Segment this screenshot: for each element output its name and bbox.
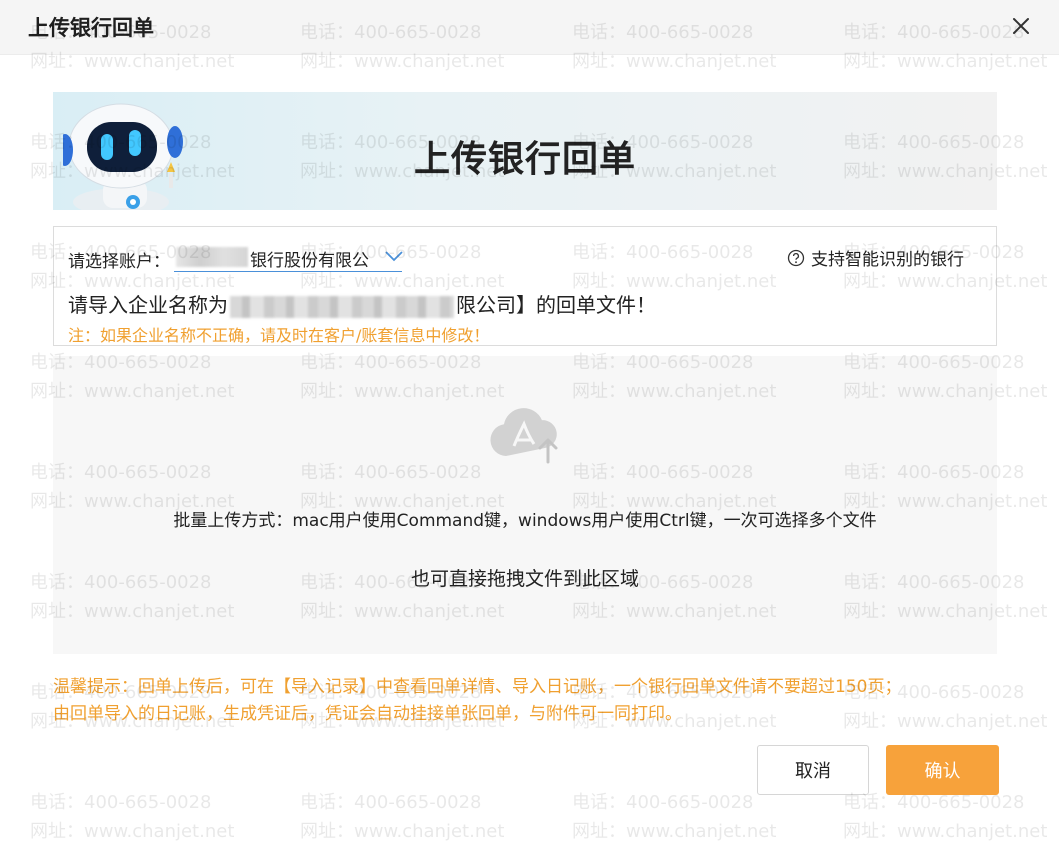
watermark-site: 网址：www.chanjet.net	[572, 821, 777, 842]
account-selected-value: 银行股份有限公	[250, 251, 369, 271]
warm-tip: 温馨提示：回单上传后，可在【导入记录】中查看回单详情、导入日记账，一个银行回单文…	[53, 674, 901, 728]
drag-drop-hint: 也可直接拖拽文件到此区域	[410, 568, 639, 590]
watermark-text: 电话：400-665-0028网址：www.chanjet.net	[843, 788, 1047, 846]
tip-line-1: 温馨提示：回单上传后，可在【导入记录】中查看回单详情、导入日记账，一个银行回单文…	[53, 677, 902, 697]
import-suffix: 限公司】的回单文件！	[456, 293, 656, 317]
watermark-site: 网址：www.chanjet.net	[30, 821, 235, 842]
close-icon	[1013, 18, 1029, 34]
dialog-title: 上传银行回单	[28, 16, 154, 40]
cancel-button[interactable]: 取消	[757, 745, 869, 795]
watermark-site: 网址：www.chanjet.net	[843, 821, 1048, 842]
help-circle-icon	[787, 249, 805, 266]
watermark-text: 电话：400-665-0028 网址：www.chanjet.net	[300, 788, 504, 846]
account-label: 请选择账户：	[68, 252, 170, 272]
watermark-phone: 电话：400-665-0028	[572, 792, 754, 813]
account-select[interactable]: 银行股份有限公	[174, 243, 403, 272]
watermark-text: 电话：400-665-0028 网址：www.chanjet.net	[572, 788, 776, 846]
import-instruction: 请导入企业名称为 限公司】的回单文件！	[68, 289, 656, 318]
tip-line-2: 由回单导入的日记账，生成凭证后，凭证会自动挂接单张回单，与附件可一同打印。	[53, 704, 682, 724]
redacted-account-prefix	[176, 247, 248, 267]
upload-drop-zone[interactable]: 批量上传方式：mac用户使用Command键，windows用户使用Ctrl键，…	[53, 356, 997, 654]
chevron-down-icon	[385, 251, 403, 262]
confirm-button[interactable]: 确认	[886, 745, 999, 795]
watermark-phone: 电话：400-665-0028	[30, 792, 212, 813]
supported-banks-link[interactable]: 支持智能识别的银行	[787, 245, 964, 270]
dialog-header: 上传银行回单	[0, 0, 1059, 55]
upload-file-icon	[490, 408, 558, 464]
redacted-company-name	[230, 295, 454, 318]
account-info-panel: 请选择账户： 银行股份有限公 支持智能识别的银行 请导入企业名称为 限公司】的回单…	[53, 226, 997, 346]
company-name-note: 注：如果企业名称不正确，请及时在客户/账套信息中修改！	[68, 326, 490, 345]
watermark-text: 电话：400-665-0028 网址：www.chanjet.net	[30, 788, 234, 846]
banner-title: 上传银行回单	[413, 139, 636, 180]
banner: 上传银行回单	[53, 92, 997, 210]
supported-banks-label: 支持智能识别的银行	[811, 250, 964, 270]
watermark-site: 网址：www.chanjet.net	[300, 821, 505, 842]
close-button[interactable]	[1005, 10, 1037, 42]
watermark-phone: 电话：400-665-0028	[300, 792, 482, 813]
import-prefix: 请导入企业名称为	[68, 293, 228, 317]
batch-upload-hint: 批量上传方式：mac用户使用Command键，windows用户使用Ctrl键，…	[173, 511, 877, 531]
